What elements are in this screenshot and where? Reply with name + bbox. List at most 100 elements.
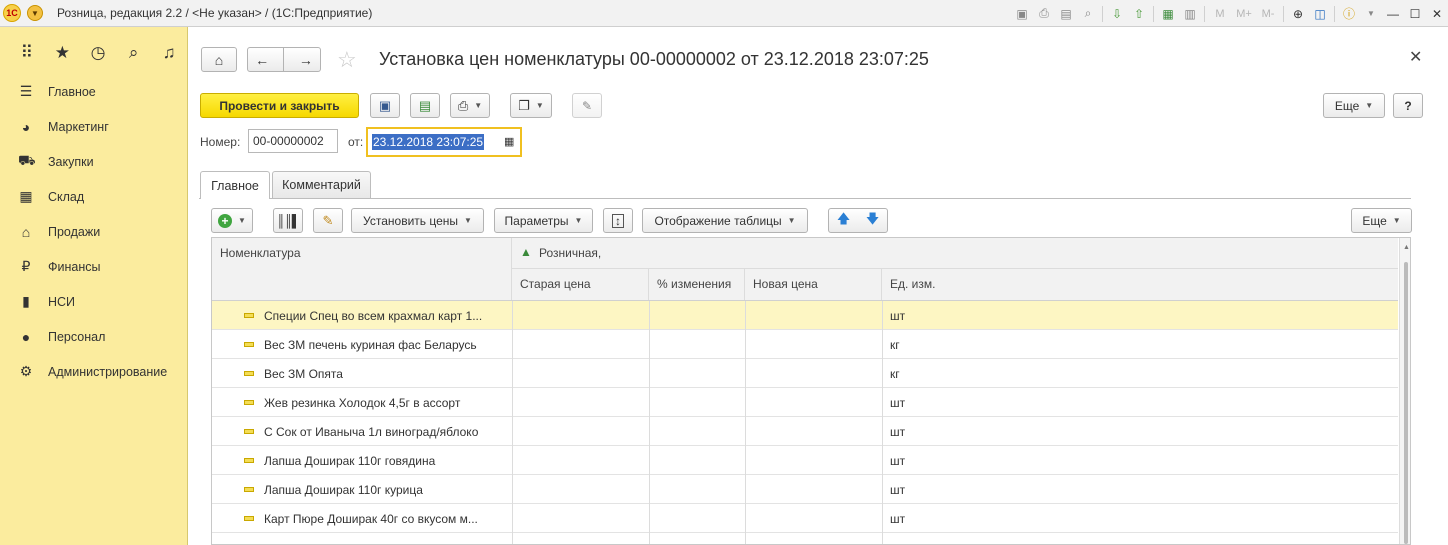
memory-m-button[interactable]: M <box>1209 4 1231 24</box>
barcode-icon: ║║▌ <box>276 213 300 228</box>
unit-cell: кг <box>890 366 900 381</box>
number-field[interactable]: 00-00000002 <box>248 129 338 153</box>
info-icon[interactable]: ⓘ <box>1339 4 1359 24</box>
sidebar-item-administration[interactable]: ⚙ Администрирование <box>0 354 187 389</box>
save-button[interactable]: ▣ <box>370 93 400 118</box>
unit-cell: шт <box>890 482 906 497</box>
item-marker-icon <box>244 400 254 405</box>
post-button[interactable]: ▤ <box>410 93 440 118</box>
table-row[interactable]: Вес ЗМ печень куриная фас Беларусь кг <box>212 330 1398 359</box>
sidebar-item-label: НСИ <box>48 294 76 309</box>
post-and-close-button[interactable]: Провести и закрыть <box>200 93 359 118</box>
fill-button[interactable]: ✎ <box>313 208 343 233</box>
home-button[interactable]: ⌂ <box>201 47 237 72</box>
preview-icon[interactable]: ▤ <box>1056 4 1076 24</box>
item-name-cell: Вес ЗМ печень куриная фас Беларусь <box>264 337 477 352</box>
prices-table[interactable]: Номенклатура ▲ Розничная, Старая цена % … <box>211 237 1411 545</box>
favorites-star-icon[interactable]: ★ <box>45 38 81 68</box>
table-row[interactable]: Вес ЗМ Опята кг <box>212 359 1398 388</box>
item-marker-icon <box>244 313 254 318</box>
set-prices-button[interactable]: Установить цены ▼ <box>351 208 484 233</box>
sidebar-item-sales[interactable]: ⌂ Продажи <box>0 214 187 249</box>
scrollbar-thumb[interactable] <box>1404 262 1408 544</box>
table-row[interactable]: Жев резинка Холодок 4,5г в ассорт шт <box>212 388 1398 417</box>
print-icon[interactable]: ⎙ <box>1034 4 1054 24</box>
table-row[interactable]: Специи Спец во всем крахмал карт 1... шт <box>212 301 1398 330</box>
table-row[interactable]: Лапша Доширак 110г говядина шт <box>212 446 1398 475</box>
spreadsheet-icon[interactable]: ▦ <box>1158 4 1178 24</box>
column-header-old-price[interactable]: Старая цена <box>512 269 649 300</box>
column-header-change-percent[interactable]: % изменения <box>649 269 745 300</box>
tab-comment[interactable]: Комментарий <box>272 171 371 198</box>
column-header-unit[interactable]: Ед. изм. <box>882 269 1398 300</box>
edit-button[interactable]: ✎ <box>572 93 602 118</box>
memory-plus-button[interactable]: M+ <box>1233 4 1255 24</box>
download-icon[interactable]: ⇩ <box>1107 4 1127 24</box>
move-down-icon[interactable]: 🡇 <box>866 210 879 232</box>
row-height-button[interactable]: ↕ <box>603 208 633 233</box>
notifications-bell-icon[interactable]: ♫ <box>151 38 187 68</box>
floppy-icon: ▣ <box>378 97 392 113</box>
history-icon[interactable]: ◷ <box>80 38 116 68</box>
page-title: Установка цен номенклатуры 00-00000002 о… <box>379 49 929 69</box>
barcode-button[interactable]: ║║▌ <box>273 208 303 233</box>
pencil-icon: ✎ <box>322 212 334 228</box>
item-marker-icon <box>244 429 254 434</box>
table-row[interactable]: С Сок от Иваныча 1л виноград/яблоко шт <box>212 417 1398 446</box>
favorite-star-icon[interactable]: ☆ <box>337 47 357 73</box>
date-field[interactable]: 23.12.2018 23:07:25 ▦ <box>366 127 522 157</box>
table-more-button[interactable]: Еще ▼ <box>1351 208 1412 233</box>
calendar-icon[interactable]: ▦ <box>504 135 514 148</box>
panels-icon[interactable]: ◫ <box>1310 4 1330 24</box>
move-up-icon[interactable]: 🡅 <box>837 210 850 232</box>
tab-main[interactable]: Главное <box>200 171 270 199</box>
create-based-on-button[interactable]: ❐ ▼ <box>510 93 552 118</box>
parameters-button[interactable]: Параметры ▼ <box>494 208 593 233</box>
close-window-icon[interactable]: ✕ <box>1427 4 1447 24</box>
search-doc-icon[interactable]: ⌕ <box>1078 4 1098 24</box>
printer-icon: ⎙ <box>457 97 469 113</box>
column-header-item[interactable]: Номенклатура <box>212 238 512 300</box>
window-title: Розница, редакция 2.2 / <Не указан> / (1… <box>57 6 373 20</box>
add-row-button[interactable]: + ▼ <box>211 208 253 233</box>
sidebar-item-finance[interactable]: ₽ Финансы <box>0 249 187 284</box>
memory-minus-button[interactable]: M- <box>1257 4 1279 24</box>
save-icon[interactable]: ▣ <box>1012 4 1032 24</box>
sidebar-item-main[interactable]: ☰ Главное <box>0 74 187 109</box>
item-name-cell: Жев резинка Холодок 4,5г в ассорт <box>264 395 461 410</box>
sections-sidebar: ⠿ ★ ◷ ⌕ ♫ ☰ Главное ◕ Маркетинг ⛟ Закупк… <box>0 27 188 545</box>
maximize-icon[interactable]: ☐ <box>1405 4 1425 24</box>
calendar-icon[interactable]: ▥ <box>1180 4 1200 24</box>
item-marker-icon <box>244 487 254 492</box>
upload-icon[interactable]: ⇧ <box>1129 4 1149 24</box>
table-row[interactable]: Карт Пюре Доширак 40г со вкусом м... шт <box>212 504 1398 533</box>
close-form-icon[interactable]: ✕ <box>1409 47 1422 67</box>
all-functions-icon[interactable]: ⠿ <box>9 38 45 68</box>
sidebar-item-purchases[interactable]: ⛟ Закупки <box>0 144 187 179</box>
date-value: 23.12.2018 23:07:25 <box>372 134 485 150</box>
unit-cell: шт <box>890 395 906 410</box>
more-button[interactable]: Еще ▼ <box>1323 93 1385 118</box>
forward-arrow-icon[interactable]: → <box>299 52 313 68</box>
print-button[interactable]: ⎙ ▼ <box>450 93 490 118</box>
sidebar-item-warehouse[interactable]: ▦ Склад <box>0 179 187 214</box>
item-marker-icon <box>244 371 254 376</box>
scroll-up-icon[interactable]: ▲ <box>1403 244 1410 251</box>
sidebar-item-marketing[interactable]: ◕ Маркетинг <box>0 109 187 144</box>
table-display-button[interactable]: Отображение таблицы ▼ <box>642 208 808 233</box>
back-arrow-icon[interactable]: ← <box>255 52 269 68</box>
window-titlebar: 1С ▼ Розница, редакция 2.2 / <Не указан>… <box>0 0 1448 27</box>
sidebar-item-personnel[interactable]: ● Персонал <box>0 319 187 354</box>
table-vertical-scrollbar[interactable]: ▲ <box>1399 238 1410 544</box>
main-menu-button[interactable]: ▼ <box>27 5 43 21</box>
item-name-cell: Лапша Доширак 110г курица <box>264 482 423 497</box>
info-dropdown-icon[interactable]: ▼ <box>1361 4 1381 24</box>
table-row[interactable]: Лапша Доширак 110г курица шт <box>212 475 1398 504</box>
search-icon[interactable]: ⌕ <box>116 38 152 68</box>
help-button[interactable]: ? <box>1393 93 1423 118</box>
minimize-icon[interactable]: — <box>1383 4 1403 24</box>
sidebar-item-nsi[interactable]: ▮ НСИ <box>0 284 187 319</box>
column-header-new-price[interactable]: Новая цена <box>745 269 882 300</box>
item-marker-icon <box>244 516 254 521</box>
zoom-icon[interactable]: ⊕ <box>1288 4 1308 24</box>
